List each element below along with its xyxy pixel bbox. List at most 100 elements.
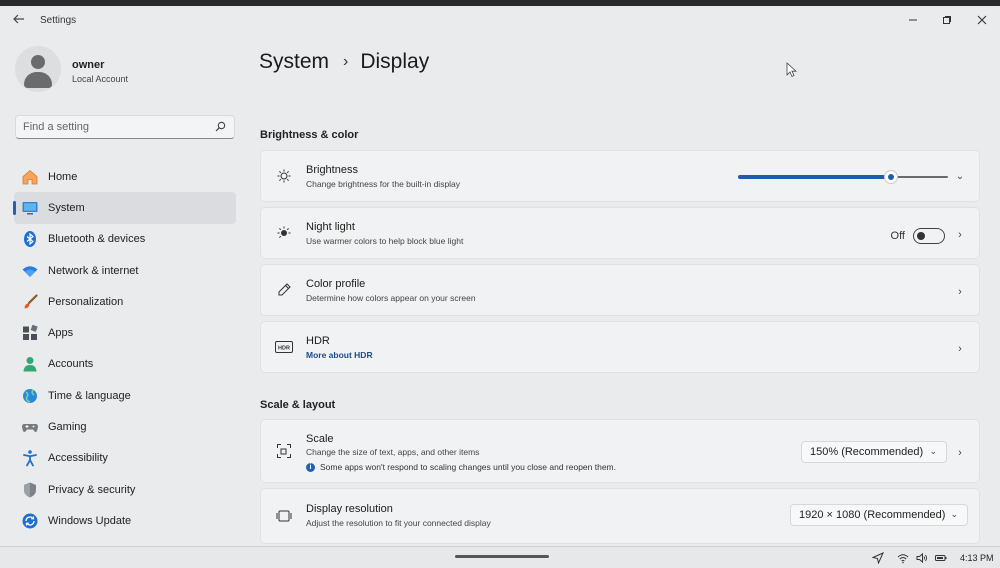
restore-icon: [943, 16, 951, 24]
card-title: Scale: [306, 433, 334, 445]
person-icon: [21, 355, 39, 373]
chevron-down-icon: ⌄: [950, 509, 958, 519]
search-icon[interactable]: [215, 121, 226, 132]
card-subtitle: Change the size of text, apps, and other…: [306, 447, 480, 457]
resolution-dropdown[interactable]: 1920 × 1080 (Recommended) ⌄: [790, 504, 968, 526]
breadcrumb: System › Display: [259, 50, 429, 74]
user-name: owner: [72, 59, 105, 71]
sidebar-item-label: Privacy & security: [48, 483, 136, 496]
scale-icon: [275, 442, 293, 460]
sidebar-item-label: Accounts: [48, 358, 94, 371]
section-title-scale-layout: Scale & layout: [260, 399, 336, 411]
display-resolution-card[interactable]: Display resolution Adjust the resolution…: [260, 488, 980, 544]
bluetooth-icon: [21, 230, 39, 248]
hdr-badge-text: HDR: [278, 346, 290, 352]
search-box[interactable]: [15, 115, 235, 139]
back-arrow-icon: [13, 14, 24, 24]
brightness-slider[interactable]: [738, 170, 948, 184]
sidebar-item-personalization[interactable]: Personalization: [14, 286, 236, 317]
sidebar-item-privacy-security[interactable]: Privacy & security: [14, 474, 236, 505]
toggle-knob: [917, 232, 925, 240]
hdr-icon: HDR: [275, 338, 293, 356]
scale-card[interactable]: Scale Change the size of text, apps, and…: [260, 419, 980, 483]
card-subtitle: Determine how colors appear on your scre…: [306, 293, 476, 303]
app-title: Settings: [40, 15, 77, 26]
sidebar-item-accounts[interactable]: Accounts: [14, 349, 236, 380]
chevron-right-icon[interactable]: ›: [955, 448, 965, 459]
slider-thumb[interactable]: [884, 170, 899, 184]
card-title: Display resolution: [306, 503, 393, 515]
brush-icon: [21, 293, 39, 311]
chevron-down-icon: ⌄: [929, 446, 937, 456]
location-icon[interactable]: [872, 552, 884, 564]
sidebar-item-gaming[interactable]: Gaming: [14, 411, 236, 442]
search-input[interactable]: [23, 119, 203, 135]
brightness-card[interactable]: Brightness Change brightness for the bui…: [260, 150, 980, 202]
chevron-right-icon[interactable]: ›: [955, 287, 965, 298]
account-type: Local Account: [72, 74, 129, 84]
card-title: Color profile: [306, 278, 366, 290]
color-profile-card[interactable]: Color profile Determine how colors appea…: [260, 264, 980, 316]
close-button[interactable]: [973, 12, 991, 30]
sidebar-item-system[interactable]: System: [13, 192, 236, 224]
card-subtitle: Adjust the resolution to fit your connec…: [306, 518, 491, 528]
chevron-right-icon: ›: [343, 53, 349, 70]
sidebar-item-network[interactable]: Network & internet: [14, 255, 236, 286]
home-icon: [21, 168, 39, 186]
sidebar-item-label: Apps: [48, 327, 74, 340]
avatar-body: [24, 72, 52, 88]
sidebar-item-label: Gaming: [48, 421, 87, 434]
wifi-status-icon[interactable]: [897, 552, 909, 564]
monitor-icon: [21, 199, 39, 217]
scale-info-text: Some apps won't respond to scaling chang…: [320, 462, 617, 472]
night-light-icon: [275, 224, 293, 242]
chevron-down-icon[interactable]: ⌄: [955, 172, 965, 182]
sidebar-item-windows-update[interactable]: Windows Update: [14, 505, 236, 536]
avatar[interactable]: [15, 46, 61, 92]
breadcrumb-parent[interactable]: System: [259, 50, 329, 74]
sidebar-item-label: Personalization: [48, 295, 124, 308]
sidebar-item-label: Accessibility: [48, 452, 108, 465]
info-icon: i: [306, 463, 315, 472]
hdr-card[interactable]: HDR HDR More about HDR ›: [260, 321, 980, 373]
sidebar-item-accessibility[interactable]: Accessibility: [14, 443, 236, 474]
sidebar-item-apps[interactable]: Apps: [14, 317, 236, 348]
shield-icon: [21, 481, 39, 499]
minimize-button[interactable]: [904, 12, 922, 30]
sidebar-item-label: Home: [48, 170, 78, 183]
sidebar-item-label: System: [48, 201, 85, 214]
chevron-right-icon[interactable]: ›: [955, 230, 965, 241]
page-title: Display: [360, 50, 430, 73]
update-icon: [21, 512, 39, 530]
night-light-card[interactable]: Night light Use warmer colors to help bl…: [260, 207, 980, 259]
sidebar-item-bluetooth[interactable]: Bluetooth & devices: [14, 224, 236, 255]
avatar-head: [31, 55, 45, 69]
pen-icon: [275, 281, 293, 299]
mouse-pointer-icon: [786, 62, 798, 78]
sidebar-item-home[interactable]: Home: [14, 161, 236, 192]
restore-button[interactable]: [938, 12, 956, 30]
scale-dropdown[interactable]: 150% (Recommended) ⌄: [801, 441, 947, 463]
night-light-toggle[interactable]: [913, 228, 945, 244]
sidebar-item-label: Time & language: [48, 389, 131, 402]
title-bar: Settings: [0, 6, 1000, 36]
card-title: Night light: [306, 221, 355, 233]
sidebar-nav: Home System Bluetooth & devices Network …: [13, 161, 236, 537]
sun-icon: [275, 167, 293, 185]
battery-icon[interactable]: [935, 552, 947, 564]
apps-icon: [21, 324, 39, 342]
sidebar-item-label: Bluetooth & devices: [48, 233, 146, 246]
sidebar-item-label: Windows Update: [48, 514, 132, 527]
more-about-hdr-link[interactable]: More about HDR: [306, 350, 373, 360]
resolution-selected-value: 1920 × 1080 (Recommended): [799, 509, 946, 521]
taskbar: 4:13 PM: [0, 546, 1000, 568]
sidebar-item-time-language[interactable]: Time & language: [14, 380, 236, 411]
slider-fill: [738, 175, 892, 179]
taskbar-clock[interactable]: 4:13 PM: [960, 553, 994, 563]
night-light-state: Off: [890, 230, 905, 242]
back-button[interactable]: [10, 12, 28, 30]
taskbar-handle[interactable]: [455, 555, 549, 558]
chevron-right-icon[interactable]: ›: [955, 344, 965, 355]
volume-icon[interactable]: [916, 552, 928, 564]
scale-selected-value: 150% (Recommended): [810, 446, 924, 458]
